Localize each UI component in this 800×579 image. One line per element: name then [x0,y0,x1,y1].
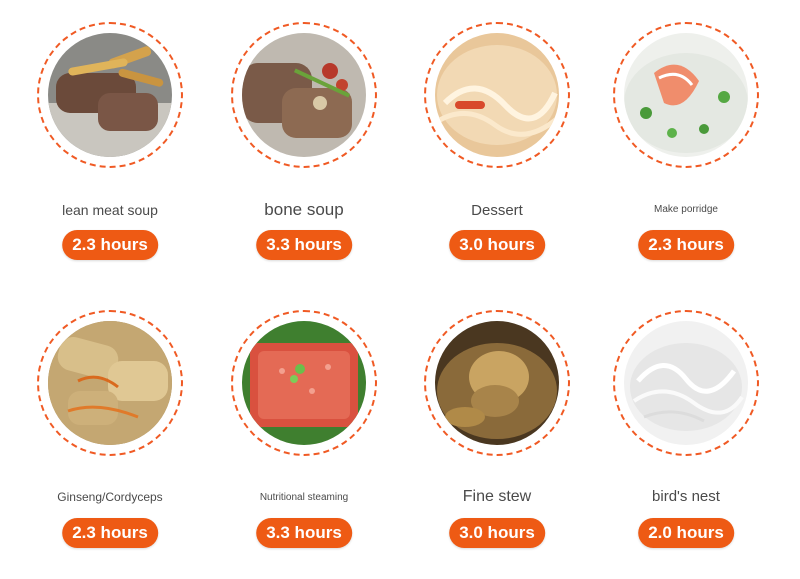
bone-soup-photo [242,33,366,157]
dashed-ring [613,22,759,168]
item-name: Make porridge [654,204,718,215]
time-badge: 3.3 hours [256,230,352,260]
time-badge: 3.0 hours [449,230,545,260]
nutritional-steaming-photo [242,321,366,445]
birds-nest-photo [624,321,748,445]
menu-item-fine-stew[interactable]: Fine stew 3.0 hours [407,310,587,548]
menu-item-nutritional-steaming[interactable]: Nutritional steaming 3.3 hours [214,310,394,548]
item-name: Nutritional steaming [259,492,349,503]
porridge-photo [624,33,748,157]
dashed-ring [37,310,183,456]
dashed-ring [424,310,570,456]
time-badge: 3.0 hours [449,518,545,548]
item-name: bone soup [264,200,344,219]
dessert-photo [435,33,559,157]
dashed-ring [613,310,759,456]
dashed-ring [231,22,377,168]
menu-item-ginseng-cordyceps[interactable]: Ginseng/Cordyceps 2.3 hours [20,310,200,548]
menu-item-bone-soup[interactable]: bone soup 3.3 hours [214,22,394,260]
item-name: bird's nest [652,488,720,505]
time-badge: 2.3 hours [638,230,734,260]
dashed-ring [37,22,183,168]
time-badge: 2.0 hours [638,518,734,548]
time-badge: 2.3 hours [62,518,158,548]
ginseng-cordyceps-photo [48,321,172,445]
time-badge: 2.3 hours [62,230,158,260]
fine-stew-photo [435,321,559,445]
item-name: lean meat soup [62,202,158,218]
menu-item-birds-nest[interactable]: bird's nest 2.0 hours [596,310,776,548]
lean-meat-soup-photo [48,33,172,157]
dashed-ring [424,22,570,168]
menu-item-dessert[interactable]: Dessert 3.0 hours [407,22,587,260]
menu-item-make-porridge[interactable]: Make porridge 2.3 hours [596,22,776,260]
item-name: Ginseng/Cordyceps [57,490,163,504]
menu-item-lean-meat-soup[interactable]: lean meat soup 2.3 hours [20,22,200,260]
item-name: Fine stew [462,488,532,505]
dashed-ring [231,310,377,456]
item-name: Dessert [471,202,523,219]
time-badge: 3.3 hours [256,518,352,548]
